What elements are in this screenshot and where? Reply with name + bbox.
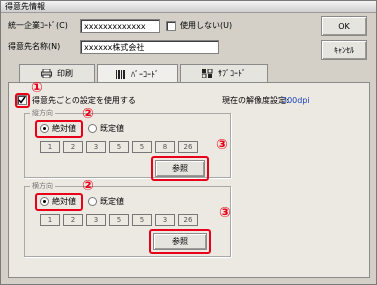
code-input[interactable]: xxxxxxxxxxxxx [80,19,160,33]
marker-1: ① [31,80,43,96]
unused-checkbox[interactable] [166,21,176,31]
use-customer-settings-checkbox[interactable] [17,95,27,105]
tab-subcode-label: ｻﾌﾞｺｰﾄﾞ [218,69,246,78]
marker-3b: ③ [219,205,231,221]
marker-3a: ③ [216,137,228,153]
default-label-2: 既定値 [100,197,124,206]
browse-button-2[interactable]: 参照 [153,233,207,250]
absolute-radio-1[interactable] [40,124,49,133]
name-label: 得意先名称(N) [8,42,61,51]
checkmark-icon [18,96,26,104]
resolution-box-2-2[interactable]: 2 [63,214,83,226]
name-input[interactable]: xxxxxx株式会社 [80,40,219,54]
resolution-box-1-7[interactable]: 26 [178,141,198,153]
code-label: 統一企業ｺｰﾄﾞ(C) [8,21,68,30]
resolution-box-2-5[interactable]: 5 [132,214,152,226]
resolution-box-1-3[interactable]: 3 [86,141,106,153]
tab-subcode[interactable]: ｻﾌﾞｺｰﾄﾞ [180,64,268,82]
resolution-box-1-5[interactable]: 5 [132,141,152,153]
resolution-box-2-3[interactable]: 3 [86,214,106,226]
cancel-button[interactable]: ｷｬﾝｾﾙ [321,40,367,60]
unused-label: 使用しない(U) [180,21,233,30]
marker-2a: ② [82,106,94,122]
default-radio-1[interactable] [88,124,97,133]
tab-barcode[interactable]: ﾊﾞｰｺｰﾄﾞ [97,64,178,83]
printer-icon [41,69,52,78]
title-bar: 得意先情報 [1,1,376,13]
resolution-box-1-2[interactable]: 2 [63,141,83,153]
default-radio-2[interactable] [88,197,97,206]
resolution-box-1-1[interactable]: 1 [40,141,60,153]
barcode-icon [116,69,125,79]
resolution-box-2-6[interactable]: 3 [155,214,175,226]
group-vertical-title: 縦方向 [30,109,55,117]
group-horizontal-title: 横方向 [30,182,55,190]
resolution-box-1-6[interactable]: 8 [155,141,175,153]
subcode-icon [202,69,213,78]
resolution-box-2-7[interactable]: 26 [178,214,198,226]
default-label-1: 既定値 [100,124,124,133]
tab-print-label: 印刷 [57,69,73,78]
current-resolution-label: 現在の解像度設定: [222,96,289,105]
resolution-box-2-4[interactable]: 5 [109,214,129,226]
absolute-label-2: 絶対値 [52,197,76,206]
name-input-value: xxxxxx株式会社 [84,43,145,52]
marker-2b: ② [82,178,94,194]
current-resolution-value: 300dpi [282,96,310,105]
browse-button-1[interactable]: 参照 [155,160,205,177]
resolution-box-1-4[interactable]: 5 [109,141,129,153]
absolute-label-1: 絶対値 [52,124,76,133]
ok-button[interactable]: OK [321,16,367,36]
tab-barcode-label: ﾊﾞｰｺｰﾄﾞ [131,69,159,79]
resolution-box-2-1[interactable]: 1 [40,214,60,226]
window-title: 得意先情報 [5,2,45,11]
code-input-value: xxxxxxxxxxxxx [84,22,146,31]
absolute-radio-2[interactable] [40,197,49,206]
